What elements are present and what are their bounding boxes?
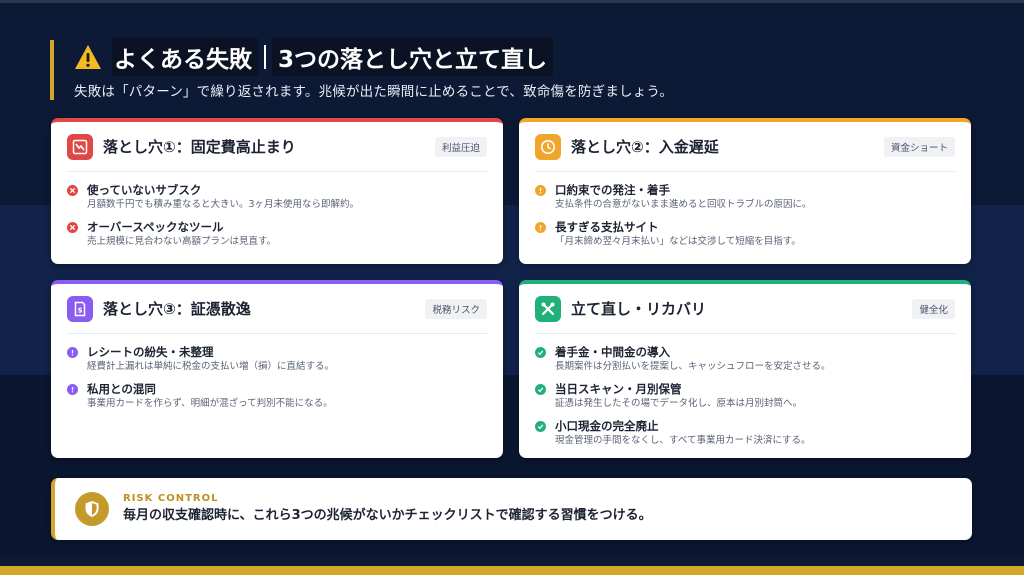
slide-header: よくある失敗 3つの落とし穴と立て直し 失敗は「パターン」で繰り返されます。兆候… bbox=[50, 38, 674, 100]
item-desc: 証憑は発生したその場でデータ化し、原本は月別封筒へ。 bbox=[555, 398, 803, 409]
item-title: 長すぎる支払サイト bbox=[555, 220, 659, 234]
card-title: 立て直し・リカバリ bbox=[571, 300, 707, 318]
list-item: 当日スキャン・月別保管証憑は発生したその場でデータ化し、原本は月別封筒へ。 bbox=[535, 381, 955, 411]
card-title: 落とし穴②：入金遅延 bbox=[571, 138, 719, 156]
item-desc: 経費計上漏れは単純に税金の支払い増（損）に直結する。 bbox=[87, 361, 335, 372]
top-rule bbox=[0, 0, 1024, 3]
check-circle-icon bbox=[535, 421, 546, 432]
page-subtitle: 失敗は「パターン」で繰り返されます。兆候が出た瞬間に止めることで、致命傷を防ぎま… bbox=[74, 84, 674, 100]
item-title: 使っていないサブスク bbox=[87, 183, 202, 197]
item-title: 小口現金の完全廃止 bbox=[555, 419, 659, 433]
card-header: 立て直し・リカバリ 健全化 bbox=[535, 284, 955, 334]
item-title: 着手金・中間金の導入 bbox=[555, 345, 670, 359]
x-circle-icon bbox=[67, 185, 78, 196]
check-circle-icon bbox=[535, 384, 546, 395]
page-title: よくある失敗 bbox=[112, 38, 258, 76]
exclamation-circle-icon bbox=[67, 347, 78, 358]
item-title: 当日スキャン・月別保管 bbox=[555, 382, 682, 396]
item-desc: 現金管理の手間をなくし、すべて事業用カード決済にする。 bbox=[555, 435, 811, 446]
list-item: オーバースペックなツール売上規模に見合わない高額プランは見直す。 bbox=[67, 219, 487, 249]
item-desc: 「月末締め翌々月末払い」などは交渉して短縮を目指す。 bbox=[555, 236, 801, 247]
list-item: 使っていないサブスク月額数千円でも積み重なると大きい。3ヶ月未使用なら即解約。 bbox=[67, 182, 487, 212]
item-title: 口約束での発注・着手 bbox=[555, 183, 670, 197]
card-header: 落とし穴②：入金遅延 資金ショート bbox=[535, 122, 955, 172]
list-item: 着手金・中間金の導入長期案件は分割払いを提案し、キャッシュフローを安定させる。 bbox=[535, 344, 955, 374]
page-title-sub: 3つの落とし穴と立て直し bbox=[272, 38, 554, 76]
risk-text: 毎月の収支確認時に、これら3つの兆候がないかチェックリストで確認する習慣をつける… bbox=[123, 508, 652, 523]
card-title: 落とし穴③：証憑散逸 bbox=[103, 300, 251, 318]
risk-text-block: RISK CONTROL 毎月の収支確認時に、これら3つの兆候がないかチェックリ… bbox=[123, 492, 652, 526]
item-desc: 事業用カードを作らず、明細が混ざって判別不能になる。 bbox=[87, 398, 333, 409]
item-list: 着手金・中間金の導入 長期案件は分割払いを提案し、キャッシュフローを安定させる。 … bbox=[535, 334, 955, 448]
item-desc: 長期案件は分割払いを提案し、キャッシュフローを安定させる。 bbox=[555, 361, 831, 372]
title-separator bbox=[264, 45, 266, 69]
item-title: オーバースペックなツール bbox=[87, 220, 224, 234]
list-item: レシートの紛失・未整理経費計上漏れは単純に税金の支払い増（損）に直結する。 bbox=[67, 344, 487, 374]
risk-control-banner: RISK CONTROL 毎月の収支確認時に、これら3つの兆候がないかチェックリ… bbox=[51, 478, 972, 540]
bottom-rule bbox=[0, 566, 1024, 575]
item-title: 私用との混同 bbox=[87, 382, 156, 396]
item-desc: 支払条件の合意がないまま進めると回収トラブルの原因に。 bbox=[555, 199, 812, 210]
card-tag: 税務リスク bbox=[425, 298, 487, 319]
card-recovery: 立て直し・リカバリ 健全化 着手金・中間金の導入長期案件は分割払いを提案し、キャ… bbox=[519, 280, 971, 458]
card-payment-delay: 落とし穴②：入金遅延 資金ショート 口約束での発注・着手支払条件の合意がないまま… bbox=[519, 118, 971, 264]
exclamation-circle-icon bbox=[535, 222, 546, 233]
item-desc: 月額数千円でも積み重なると大きい。3ヶ月未使用なら即解約。 bbox=[87, 199, 360, 210]
warning-icon bbox=[75, 45, 101, 69]
list-item: 小口現金の完全廃止現金管理の手間をなくし、すべて事業用カード決済にする。 bbox=[535, 418, 955, 448]
receipt-icon: $ bbox=[67, 295, 93, 322]
item-list: 口約束での発注・着手支払条件の合意がないまま進めると回収トラブルの原因に。 長す… bbox=[535, 172, 955, 249]
check-circle-icon bbox=[535, 347, 546, 358]
card-tag: 利益圧迫 bbox=[434, 136, 487, 157]
item-title: レシートの紛失・未整理 bbox=[87, 345, 214, 359]
card-title: 落とし穴①：固定費高止まり bbox=[103, 138, 296, 156]
exclamation-circle-icon bbox=[67, 384, 78, 395]
x-circle-icon bbox=[67, 222, 78, 233]
list-item: 長すぎる支払サイト「月末締め翌々月末払い」などは交渉して短縮を目指す。 bbox=[535, 219, 955, 249]
svg-text:$: $ bbox=[78, 306, 83, 314]
item-desc: 売上規模に見合わない高額プランは見直す。 bbox=[87, 236, 277, 247]
chart-down-icon bbox=[67, 133, 93, 160]
exclamation-circle-icon bbox=[535, 185, 546, 196]
title-row: よくある失敗 3つの落とし穴と立て直し bbox=[74, 38, 673, 76]
list-item: 口約束での発注・着手支払条件の合意がないまま進めると回収トラブルの原因に。 bbox=[535, 182, 955, 212]
card-fixed-cost: 落とし穴①：固定費高止まり 利益圧迫 使っていないサブスク月額数千円でも積み重な… bbox=[51, 118, 503, 264]
clock-icon bbox=[535, 133, 561, 160]
tools-icon bbox=[535, 295, 561, 322]
card-receipts: $ 落とし穴③：証憑散逸 税務リスク レシートの紛失・未整理経費計上漏れは単純に… bbox=[51, 280, 503, 458]
card-header: $ 落とし穴③：証憑散逸 税務リスク bbox=[67, 284, 487, 334]
item-list: レシートの紛失・未整理経費計上漏れは単純に税金の支払い増（損）に直結する。 私用… bbox=[67, 334, 487, 411]
card-tag: 資金ショート bbox=[883, 136, 955, 157]
list-item: 私用との混同事業用カードを作らず、明細が混ざって判別不能になる。 bbox=[67, 381, 487, 411]
shield-icon bbox=[75, 492, 109, 526]
card-header: 落とし穴①：固定費高止まり 利益圧迫 bbox=[67, 122, 487, 172]
card-tag: 健全化 bbox=[912, 298, 955, 319]
item-list: 使っていないサブスク 月額数千円でも積み重なると大きい。3ヶ月未使用なら即解約。 … bbox=[67, 172, 487, 249]
risk-label: RISK CONTROL bbox=[123, 493, 219, 504]
